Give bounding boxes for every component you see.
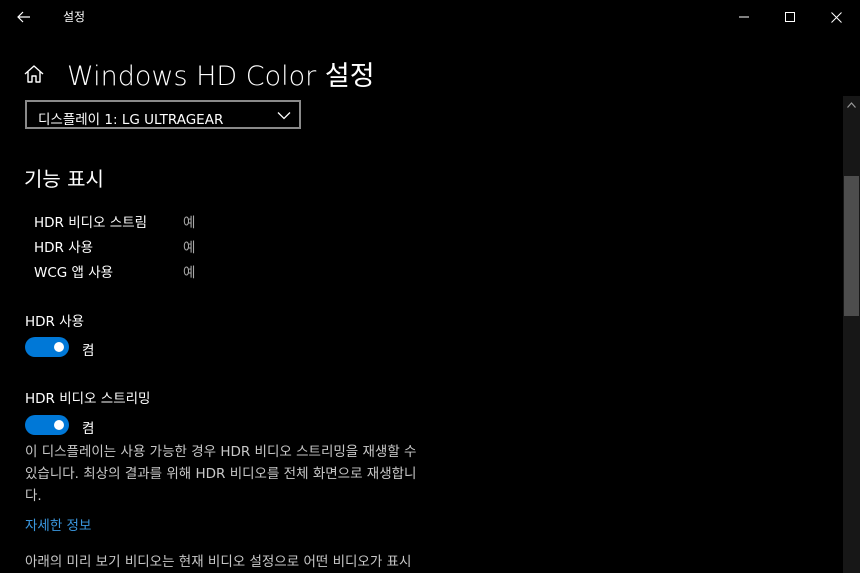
window-title: 설정 — [63, 10, 86, 24]
capability-value-hdr-video-stream: 예 — [183, 215, 196, 231]
maximize-icon — [785, 12, 795, 22]
hdr-video-toggle[interactable] — [25, 415, 69, 435]
scroll-up-button[interactable] — [843, 96, 860, 113]
maximize-button[interactable] — [767, 0, 813, 34]
capabilities-heading: 기능 표시 — [24, 167, 104, 191]
capability-label-hdr-use: HDR 사용 — [34, 240, 94, 256]
scroll-up-icon — [847, 101, 856, 108]
settings-window: 설정 Windows HD Color 설정 디스플레이 1: LG ULTRA… — [0, 0, 860, 573]
chevron-down-icon — [277, 112, 291, 120]
home-icon — [24, 65, 44, 83]
description-line: 다. — [25, 488, 42, 504]
toggle-knob — [54, 420, 64, 430]
description-line: 있습니다. 최상의 결과를 위해 HDR 비디오를 전체 화면으로 재생합니 — [25, 466, 417, 482]
minimize-icon — [739, 16, 749, 18]
hdr-video-toggle-state: 켬 — [82, 421, 95, 437]
display-select-value: 디스플레이 1: LG ULTRAGEAR — [38, 112, 224, 128]
minimize-button[interactable] — [721, 0, 767, 34]
hdr-video-description: 이 디스플레이는 사용 가능한 경우 HDR 비디오 스트리밍을 재생할 수 있… — [25, 441, 470, 507]
scrollbar[interactable] — [843, 96, 860, 573]
page-title: Windows HD Color 설정 — [67, 61, 375, 92]
hdr-toggle-state: 켬 — [82, 343, 95, 359]
description-line: 이 디스플레이는 사용 가능한 경우 HDR 비디오 스트리밍을 재생할 수 — [25, 444, 417, 460]
hdr-toggle[interactable] — [25, 337, 69, 357]
hdr-video-toggle-title: HDR 비디오 스트리밍 — [25, 391, 151, 407]
back-arrow-icon — [17, 11, 30, 23]
back-button[interactable] — [8, 2, 40, 32]
capability-label-hdr-video-stream: HDR 비디오 스트림 — [34, 215, 148, 231]
close-button[interactable] — [813, 0, 859, 34]
home-button[interactable] — [22, 62, 46, 86]
capability-label-wcg-app: WCG 앱 사용 — [34, 265, 114, 281]
toggle-knob — [54, 342, 64, 352]
title-bar: 설정 — [0, 0, 860, 34]
preview-description: 아래의 미리 보기 비디오는 현재 비디오 설정으로 어떤 비디오가 표시 — [25, 554, 412, 570]
display-select[interactable]: 디스플레이 1: LG ULTRAGEAR — [25, 100, 301, 129]
more-info-link[interactable]: 자세한 정보 — [25, 514, 91, 534]
capability-value-wcg-app: 예 — [183, 265, 196, 281]
scroll-thumb[interactable] — [844, 176, 859, 316]
capability-value-hdr-use: 예 — [183, 240, 196, 256]
hdr-toggle-title: HDR 사용 — [25, 314, 85, 330]
close-icon — [830, 11, 842, 23]
